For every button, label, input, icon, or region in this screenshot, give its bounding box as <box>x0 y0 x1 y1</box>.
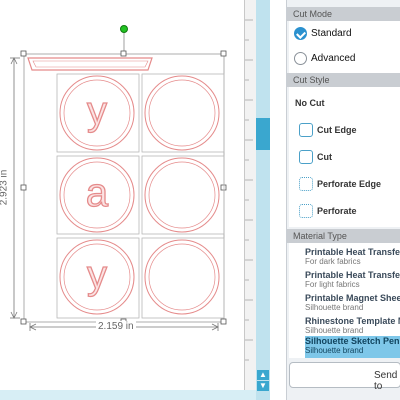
material-subtitle: Silhouette brand <box>305 303 364 312</box>
width-dimension-label: 2.159 in <box>96 321 136 332</box>
material-title: Printable Heat Transfer <box>305 247 400 257</box>
advanced-label: Advanced <box>311 53 356 64</box>
dimension-lines <box>10 57 219 331</box>
letter-2: a <box>86 171 109 215</box>
vertical-scrollbar[interactable] <box>256 0 270 400</box>
cell-grid <box>56 73 225 319</box>
design-canvas[interactable]: y a y 2.923 in 2.159 in <box>0 0 244 392</box>
cut-option[interactable]: Cut <box>317 152 332 162</box>
material-subtitle: For light fabrics <box>305 280 360 289</box>
perforate-edge-icon[interactable] <box>299 177 313 191</box>
material-title: Printable Heat Transfer <box>305 270 400 280</box>
send-button-label: Send to <box>374 370 398 392</box>
material-subtitle: Silhouette brand <box>305 346 364 355</box>
material-title: Rhinestone Template M <box>305 316 400 326</box>
canvas-drawing: y a y <box>10 25 227 331</box>
cut-style-header: Cut Style <box>287 73 400 87</box>
cut-style-section: No Cut Cut Edge Cut Perforate Edge Perfo… <box>289 87 400 227</box>
material-item[interactable]: Printable Magnet Sheet Silhouette brand <box>305 293 400 315</box>
standard-radio[interactable] <box>294 27 307 40</box>
cut-edge-icon[interactable] <box>299 123 313 137</box>
perforate-option[interactable]: Perforate <box>317 206 357 216</box>
material-item[interactable]: Printable Heat Transfer For dark fabrics <box>305 247 400 269</box>
material-subtitle: For dark fabrics <box>305 257 361 266</box>
circle-shapes <box>59 75 220 315</box>
height-dimension-label: 2.923 in <box>0 167 10 208</box>
tab-shape <box>27 57 153 71</box>
scroll-up-arrow-icon[interactable]: ▲ <box>257 370 269 380</box>
cut-edge-option[interactable]: Cut Edge <box>317 125 357 135</box>
send-panel: Cut Mode Standard Advanced Cut Style No … <box>286 0 400 400</box>
letter-1: y <box>87 89 107 133</box>
cut-icon[interactable] <box>299 150 313 164</box>
material-subtitle: Silhouette brand <box>305 326 364 335</box>
material-title: Printable Magnet Sheet <box>305 293 400 303</box>
material-item[interactable]: Rhinestone Template M Silhouette brand <box>305 316 400 338</box>
standard-label: Standard <box>311 28 352 39</box>
no-cut-option[interactable]: No Cut <box>295 98 325 108</box>
scrollbar-thumb[interactable] <box>256 118 270 150</box>
material-type-header: Material Type <box>287 229 400 243</box>
cut-mode-section: Standard Advanced <box>289 21 400 73</box>
horizontal-scrollbar[interactable] <box>0 390 256 400</box>
scroll-down-arrow-icon[interactable]: ▼ <box>257 381 269 391</box>
resize-handles[interactable] <box>20 50 227 325</box>
send-button[interactable]: Send to <box>289 362 400 392</box>
material-item[interactable]: Printable Heat Transfer For light fabric… <box>305 270 400 292</box>
material-title: Silhouette Sketch Pen <box>305 336 400 346</box>
perforate-edge-option[interactable]: Perforate Edge <box>317 179 381 189</box>
material-item-selected[interactable]: Silhouette Sketch Pen Silhouette brand <box>305 336 400 358</box>
material-list: Printable Heat Transfer For dark fabrics… <box>289 243 400 358</box>
perforate-icon[interactable] <box>299 204 313 218</box>
letter-3: y <box>87 253 107 297</box>
cut-mode-header: Cut Mode <box>287 7 400 21</box>
advanced-radio[interactable] <box>294 52 307 65</box>
rotate-handle[interactable] <box>120 25 128 33</box>
